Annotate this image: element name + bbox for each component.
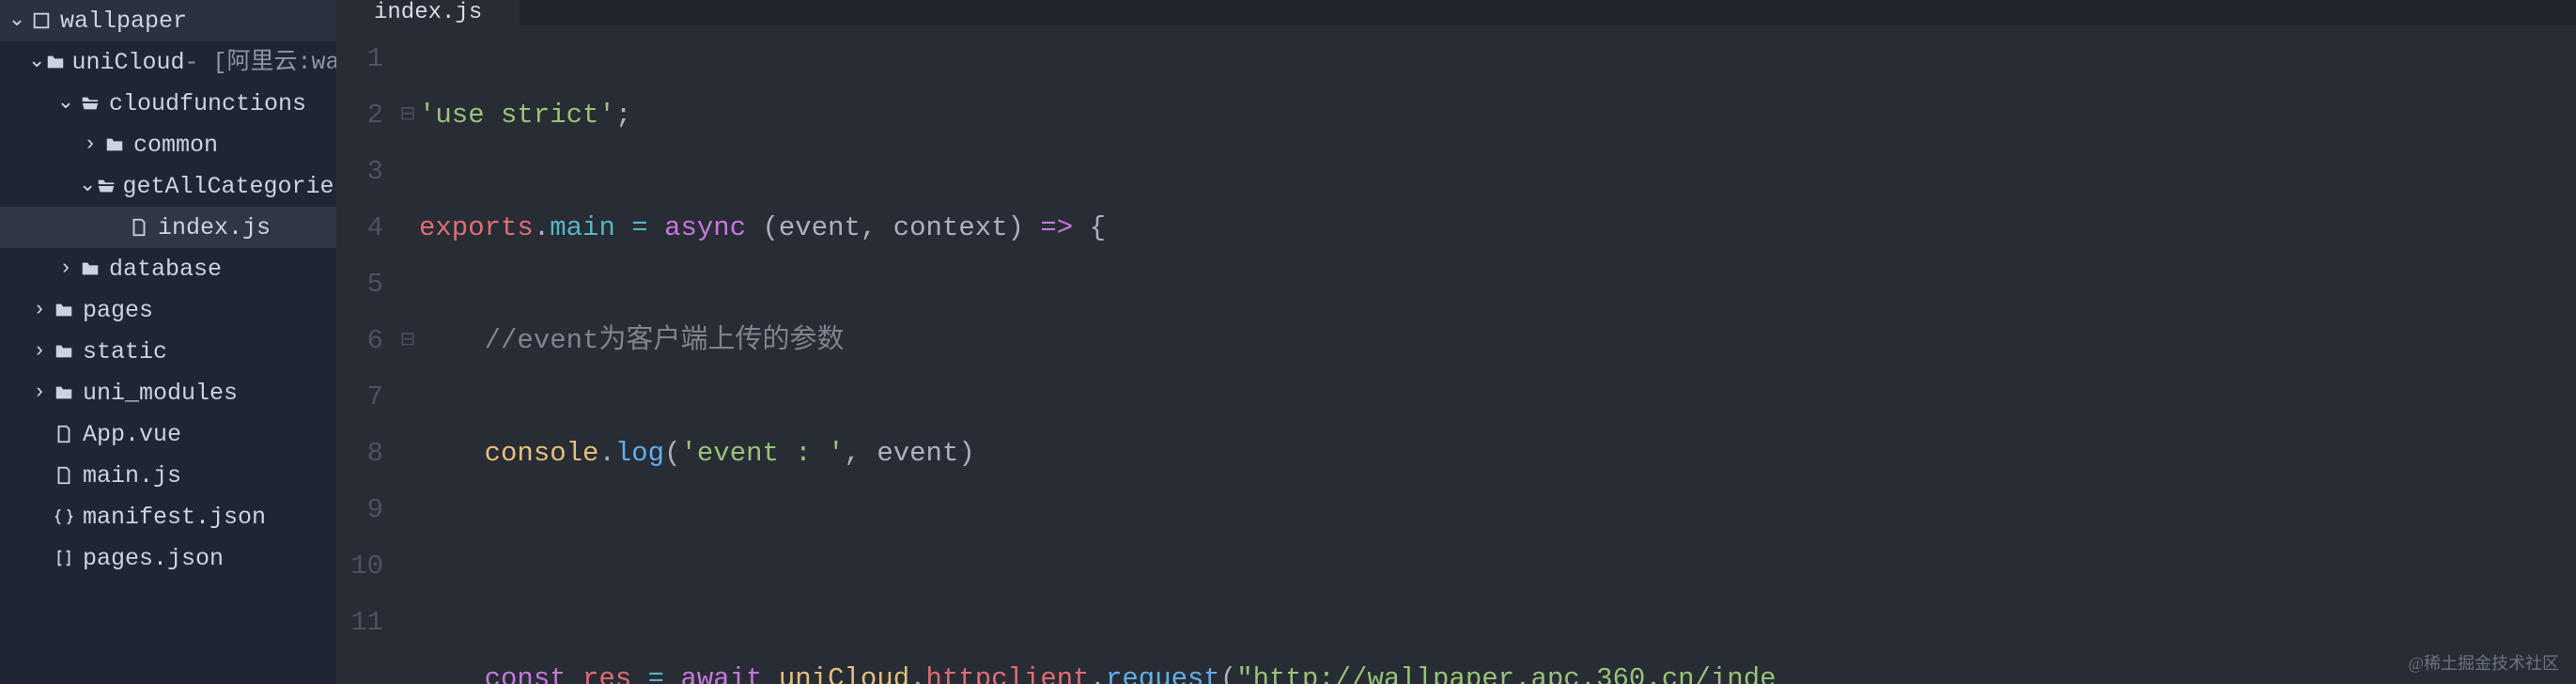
line-number-gutter: 1 2 3 4 5 6 7 8 9 10 11 <box>336 25 396 684</box>
watermark: @稀土掘金技术社区 <box>2408 650 2559 675</box>
tree-label: main.js <box>83 464 181 488</box>
tree-label: uni_modules <box>83 381 238 405</box>
editor-pane: index.js 1 2 3 4 5 6 7 8 9 10 11 ⊟ <box>336 0 2576 684</box>
tree-getallcategories[interactable]: ⌄ getAllCategories <box>0 165 336 207</box>
tab-bar: index.js <box>336 0 2576 25</box>
tree-label: App.vue <box>83 423 181 446</box>
line-number: 2 <box>336 87 396 144</box>
chevron-down-icon: ⌄ <box>28 52 45 72</box>
fold-marker[interactable] <box>396 144 419 200</box>
tree-index-js[interactable]: index.js <box>0 207 336 248</box>
tree-manifest-json[interactable]: manifest.json <box>0 496 336 537</box>
chevron-right-icon: › <box>28 341 51 362</box>
code-line: const res = await uniCloud.httpclient.re… <box>419 651 1777 684</box>
fold-marker[interactable] <box>396 31 419 87</box>
tree-pages[interactable]: › pages <box>0 289 336 331</box>
tree-root-wallpaper[interactable]: ⌄ wallpaper <box>0 0 336 41</box>
code-content[interactable]: 'use strict'; exports.main = async (even… <box>419 25 1777 684</box>
tree-label: cloudfunctions <box>109 92 306 116</box>
chevron-right-icon: › <box>28 300 51 320</box>
code-line: 'use strict'; <box>419 87 1777 144</box>
folder-icon <box>51 297 77 323</box>
tree-label: database <box>109 257 222 281</box>
line-number: 10 <box>336 538 396 595</box>
tree-label: index.js <box>158 216 271 240</box>
folder-open-icon <box>77 90 103 117</box>
code-line <box>419 538 1777 595</box>
chevron-down-icon: ⌄ <box>6 10 28 31</box>
tree-label: wallpaper <box>60 9 187 33</box>
chevron-right-icon: › <box>28 382 51 403</box>
folder-icon <box>45 49 66 75</box>
tab-index-js[interactable]: index.js <box>336 0 520 25</box>
line-number: 11 <box>336 595 396 651</box>
tab-title: index.js <box>374 0 482 25</box>
tree-cloudfunctions[interactable]: ⌄ cloudfunctions <box>0 83 336 124</box>
code-line: console.log('event : ', event) <box>419 426 1777 482</box>
fold-marker[interactable] <box>396 369 419 426</box>
tree-label: manifest.json <box>83 505 266 529</box>
file-icon <box>51 462 77 489</box>
tree-main-js[interactable]: main.js <box>0 455 336 496</box>
fold-marker[interactable] <box>396 538 419 595</box>
code-line: exports.main = async (event, context) =>… <box>419 200 1777 256</box>
fold-marker[interactable] <box>396 482 419 538</box>
chevron-right-icon: › <box>79 134 101 155</box>
tree-label: pages <box>83 299 153 322</box>
fold-marker[interactable] <box>396 200 419 256</box>
line-number: 7 <box>336 369 396 426</box>
tree-common[interactable]: › common <box>0 124 336 165</box>
chevron-down-icon: ⌄ <box>54 93 77 114</box>
line-number: 4 <box>336 200 396 256</box>
line-number: 3 <box>336 144 396 200</box>
brackets-icon <box>51 545 77 571</box>
tree-pages-json[interactable]: pages.json <box>0 537 336 579</box>
folder-open-icon <box>96 173 116 199</box>
code-editor[interactable]: 1 2 3 4 5 6 7 8 9 10 11 ⊟ ⊟ <box>336 25 2576 684</box>
fold-gutter: ⊟ ⊟ <box>396 25 419 684</box>
line-number: 5 <box>336 256 396 313</box>
chevron-down-icon: ⌄ <box>79 176 96 196</box>
fold-marker[interactable] <box>396 256 419 313</box>
fold-marker[interactable]: ⊟ <box>396 87 419 144</box>
line-number: 1 <box>336 31 396 87</box>
tree-unicloud[interactable]: ⌄ uniCloud - [阿里云:wallpaper] <box>0 41 336 83</box>
tree-app-vue[interactable]: App.vue <box>0 413 336 455</box>
code-line: //event为客户端上传的参数 <box>419 313 1777 369</box>
tree-label: uniCloud <box>71 51 184 74</box>
line-number: 8 <box>336 426 396 482</box>
fold-marker[interactable]: ⊟ <box>396 313 419 369</box>
folder-icon <box>101 132 128 158</box>
box-icon <box>28 8 54 34</box>
folder-icon <box>51 338 77 365</box>
file-explorer: ⌄ wallpaper ⌄ uniCloud - [阿里云:wallpaper]… <box>0 0 336 684</box>
tree-static[interactable]: › static <box>0 331 336 372</box>
tree-label: getAllCategories <box>122 175 348 198</box>
tree-database[interactable]: › database <box>0 248 336 289</box>
tree-label: static <box>83 340 167 364</box>
folder-icon <box>77 256 103 282</box>
file-icon <box>51 421 77 447</box>
line-number: 6 <box>336 313 396 369</box>
file-icon <box>126 214 152 241</box>
fold-marker[interactable] <box>396 426 419 482</box>
tree-label: pages.json <box>83 547 224 570</box>
line-number: 9 <box>336 482 396 538</box>
fold-marker[interactable] <box>396 595 419 651</box>
tree-label: common <box>133 133 218 157</box>
folder-icon <box>51 380 77 406</box>
chevron-right-icon: › <box>54 258 77 279</box>
tree-uni-modules[interactable]: › uni_modules <box>0 372 336 413</box>
json-icon <box>51 504 77 530</box>
